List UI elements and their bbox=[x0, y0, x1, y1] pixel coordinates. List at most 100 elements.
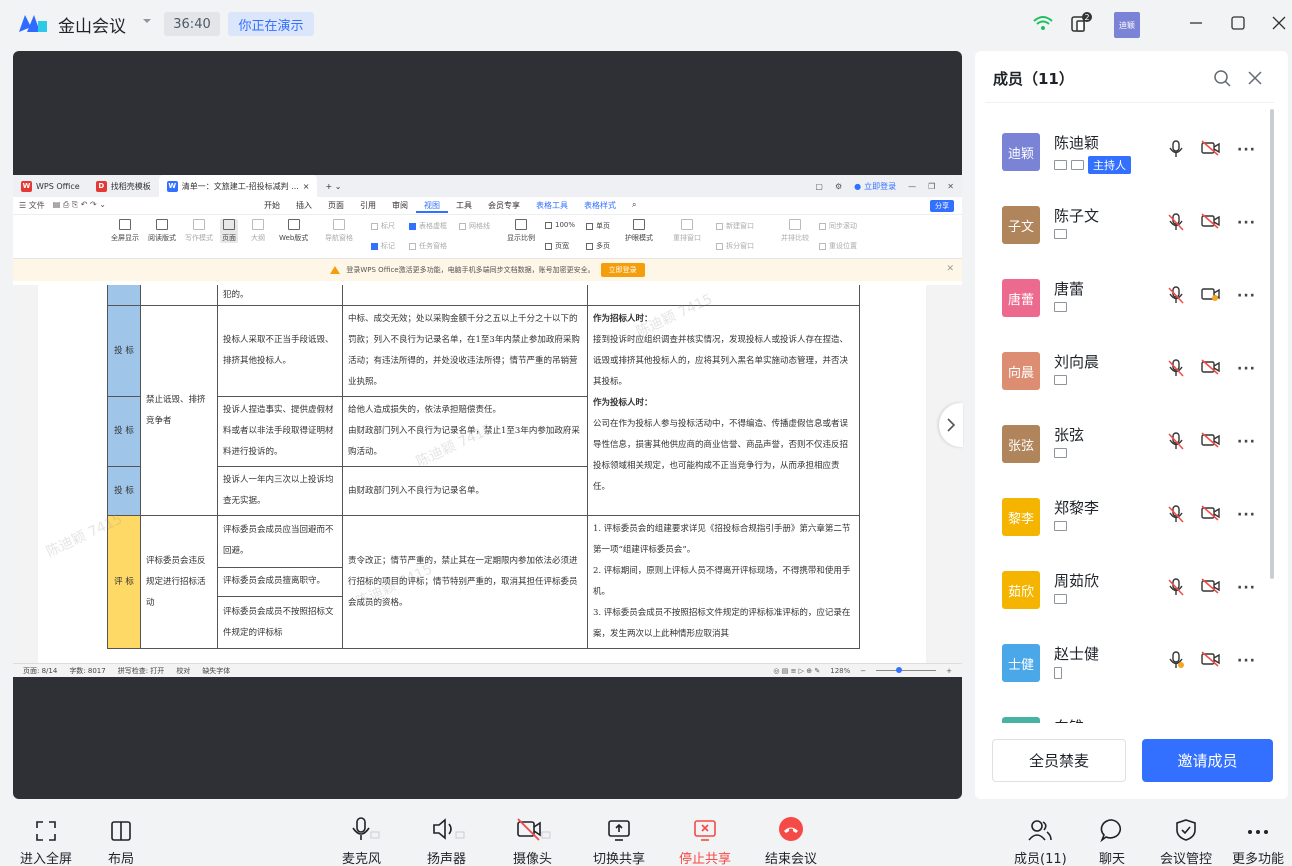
more-functions-button[interactable]: 更多功能 bbox=[1232, 814, 1284, 866]
close-icon[interactable] bbox=[1268, 12, 1290, 34]
menu-start[interactable]: 开始 bbox=[256, 200, 288, 213]
microphone-muted-icon[interactable] bbox=[1168, 432, 1184, 450]
more-icon[interactable]: ··· bbox=[1237, 580, 1256, 596]
fullscreen-button[interactable]: 进入全屏 bbox=[20, 814, 72, 866]
camera-off-icon[interactable] bbox=[1201, 140, 1221, 156]
chevron-down-icon[interactable] bbox=[142, 17, 152, 25]
document-area[interactable]: 犯的。 投 标 禁止诋毁、排挤竞争者 投标人采取不正当手段诋毁、排挤其他投标人。… bbox=[13, 285, 962, 663]
camera-off-icon[interactable] bbox=[1201, 213, 1221, 229]
ribbon-compare[interactable]: 并排比较 bbox=[781, 219, 809, 243]
wps-close-icon[interactable]: ✕ bbox=[947, 182, 954, 191]
panel-scrollbar[interactable] bbox=[1270, 109, 1274, 579]
ribbon-single-page[interactable]: 单页 bbox=[586, 221, 610, 231]
presenting-badge[interactable]: 你正在演示 bbox=[228, 12, 314, 36]
notice-login-button[interactable]: 立即登录 bbox=[600, 263, 645, 277]
zoom-in-icon[interactable]: + bbox=[946, 667, 952, 675]
switch-share-button[interactable]: 切换共享 bbox=[593, 814, 645, 866]
members-button[interactable]: 成员(11) bbox=[1014, 814, 1067, 866]
settings-icon[interactable]: ⚙ bbox=[835, 182, 842, 191]
menu-table-tools[interactable]: 表格工具 bbox=[528, 200, 576, 213]
ribbon-multi-page[interactable]: 多页 bbox=[586, 241, 610, 251]
self-avatar[interactable]: 迪颖 bbox=[1114, 12, 1140, 38]
check-marks[interactable]: 标记 bbox=[371, 241, 395, 251]
check-gridlines[interactable]: 网格线 bbox=[459, 221, 490, 231]
document-scrollbar[interactable] bbox=[952, 285, 962, 663]
menu-reference[interactable]: 引用 bbox=[352, 200, 384, 213]
ribbon-reset-position[interactable]: 重设位置 bbox=[819, 241, 857, 251]
file-menu[interactable]: ☰ 文件 bbox=[19, 200, 45, 211]
check-task-pane[interactable]: 任务窗格 bbox=[409, 241, 447, 251]
chat-button[interactable]: 聊天 bbox=[1099, 814, 1125, 866]
microphone-muted-icon[interactable] bbox=[1168, 651, 1184, 669]
member-row[interactable]: 唐蕾 唐蕾 ··· bbox=[975, 257, 1275, 330]
member-row[interactable]: 茹欣 周茹欣 ··· bbox=[975, 549, 1275, 622]
menu-tools[interactable]: 工具 bbox=[448, 200, 480, 213]
invite-members-button[interactable]: 邀请成员 bbox=[1142, 739, 1273, 782]
ribbon-reading[interactable]: 阅读版式 bbox=[148, 219, 176, 243]
menu-page[interactable]: 页面 bbox=[320, 200, 352, 213]
more-icon[interactable]: ··· bbox=[1237, 142, 1256, 158]
ribbon-page-view[interactable]: 页面 bbox=[220, 219, 238, 243]
more-icon[interactable]: ··· bbox=[1237, 653, 1256, 669]
microphone-muted-icon[interactable] bbox=[1168, 578, 1184, 596]
microphone-muted-icon[interactable] bbox=[1168, 286, 1184, 304]
camera-off-icon[interactable] bbox=[1201, 578, 1221, 594]
wifi-signal-icon[interactable] bbox=[1032, 14, 1054, 32]
ribbon-rearrange[interactable]: 重排窗口 bbox=[673, 219, 701, 243]
close-icon[interactable] bbox=[1246, 69, 1264, 87]
wps-restore-icon[interactable]: ❐ bbox=[928, 182, 935, 191]
status-font-missing[interactable]: 缺失字体 bbox=[202, 666, 230, 676]
search-icon[interactable] bbox=[1213, 69, 1231, 87]
camera-off-icon[interactable] bbox=[1201, 651, 1221, 667]
wps-login-link[interactable]: ● 立即登录 bbox=[854, 181, 896, 192]
menu-table-style[interactable]: 表格样式 bbox=[576, 200, 624, 213]
member-row[interactable]: 张弦 张弦 ··· bbox=[975, 403, 1275, 476]
camera-button[interactable]: 摄像头 bbox=[513, 814, 552, 866]
microphone-muted-icon[interactable] bbox=[1168, 213, 1184, 231]
wps-minimize-icon[interactable]: — bbox=[908, 182, 916, 191]
more-icon[interactable]: ··· bbox=[1237, 507, 1256, 523]
window-layout-icon[interactable]: ▢ bbox=[815, 182, 823, 191]
microphone-muted-icon[interactable] bbox=[1168, 505, 1184, 523]
camera-off-icon[interactable] bbox=[1201, 505, 1221, 521]
ribbon-web[interactable]: Web版式 bbox=[279, 219, 308, 243]
menu-search-icon[interactable]: ⌕ bbox=[624, 200, 644, 213]
microphone-icon[interactable] bbox=[1168, 140, 1184, 158]
more-icon[interactable]: ··· bbox=[1237, 288, 1256, 304]
ribbon-outline[interactable]: 大纲 bbox=[251, 219, 265, 243]
status-page[interactable]: 页面: 8/14 bbox=[23, 666, 57, 676]
mute-all-button[interactable]: 全员禁麦 bbox=[992, 739, 1126, 782]
document-page[interactable]: 犯的。 投 标 禁止诋毁、排挤竞争者 投标人采取不正当手段诋毁、排挤其他投标人。… bbox=[38, 285, 926, 663]
wps-share-button[interactable]: 分享 bbox=[930, 200, 954, 212]
more-icon[interactable]: ··· bbox=[1237, 215, 1256, 231]
camera-off-icon[interactable] bbox=[1201, 286, 1221, 302]
ribbon-zoom-100[interactable]: 100% bbox=[545, 221, 575, 229]
wps-tab-templates[interactable]: D 找稻壳模板 bbox=[88, 175, 159, 197]
devices-icon[interactable]: 2 bbox=[1070, 12, 1094, 34]
app-title[interactable]: 金山会议 bbox=[58, 12, 126, 37]
more-icon[interactable]: ··· bbox=[1237, 361, 1256, 377]
shared-wps-window[interactable]: W WPS Office D 找稻壳模板 W 清单一：文旅建工-招投标减判 ... × … bbox=[13, 175, 962, 677]
wps-tab-home[interactable]: W WPS Office bbox=[13, 175, 88, 197]
speaker-button[interactable]: 扬声器 bbox=[427, 814, 466, 866]
ribbon-new-window[interactable]: 新建窗口 bbox=[716, 221, 754, 231]
member-row[interactable]: 子文 陈子文 ··· bbox=[975, 184, 1275, 257]
check-table-grid[interactable]: 表格虚框 bbox=[409, 221, 447, 231]
status-words[interactable]: 字数: 8017 bbox=[69, 666, 105, 676]
member-row[interactable]: 向晨 刘向晨 ··· bbox=[975, 330, 1275, 403]
camera-off-icon[interactable] bbox=[1201, 432, 1221, 448]
camera-off-icon[interactable] bbox=[1201, 359, 1221, 375]
quick-access-icons[interactable]: ▤ ⎙ ⎘ ↶ ↷ ⌄ bbox=[53, 200, 106, 211]
meeting-control-button[interactable]: 会议管控 bbox=[1160, 814, 1212, 866]
zoom-slider[interactable] bbox=[876, 667, 937, 673]
minimize-icon[interactable] bbox=[1185, 12, 1207, 34]
more-icon[interactable]: ··· bbox=[1237, 434, 1256, 450]
new-tab-icon[interactable]: + ⌄ bbox=[317, 175, 349, 197]
wps-tab-document[interactable]: W 清单一：文旅建工-招投标减判 ... × bbox=[158, 175, 318, 197]
microphone-button[interactable]: 麦克风 bbox=[342, 814, 381, 866]
stop-share-button[interactable]: 停止共享 bbox=[679, 814, 731, 866]
member-row[interactable]: 士健 赵士健 ··· bbox=[975, 622, 1275, 695]
ribbon-zoom[interactable]: 显示比例 bbox=[507, 219, 535, 243]
member-row[interactable]: 黎李 郑黎李 ··· bbox=[975, 476, 1275, 549]
layout-button[interactable]: 布局 bbox=[108, 814, 134, 866]
